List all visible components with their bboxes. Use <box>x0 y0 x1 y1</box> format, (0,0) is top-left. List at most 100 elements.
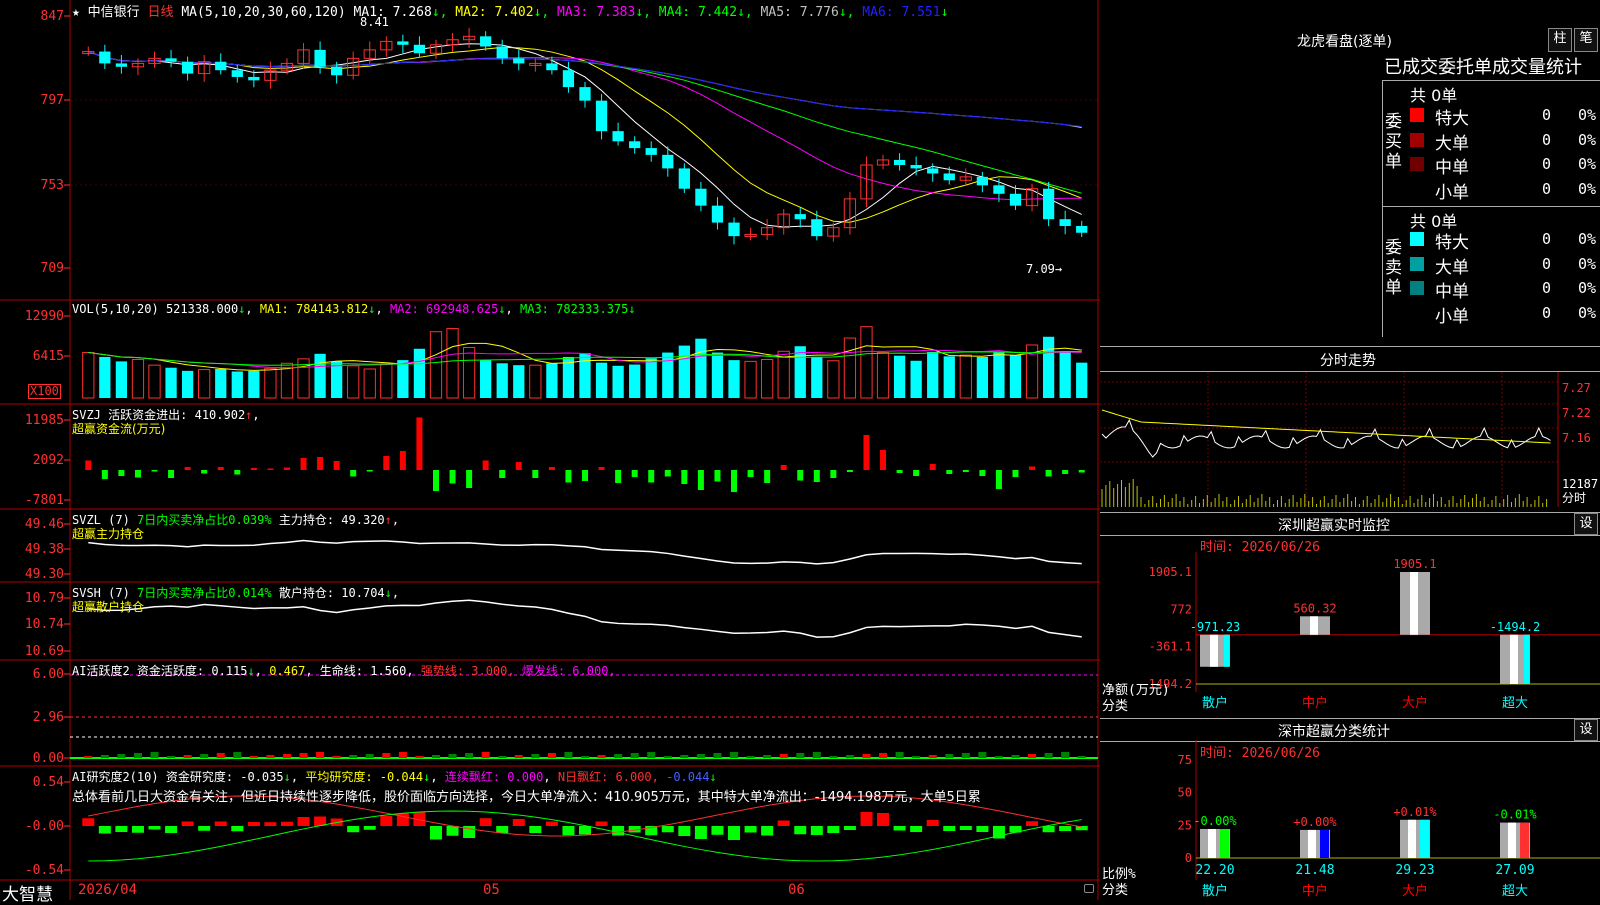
svzj-bar <box>250 467 257 470</box>
y-tick: 0.54 <box>33 775 64 790</box>
svzj-bar <box>283 467 290 470</box>
ai-research-bar <box>264 822 277 826</box>
column-button[interactable]: 柱 <box>1548 28 1572 52</box>
stock-name: 中信银行 <box>87 5 140 20</box>
ai-research-bar <box>794 826 807 835</box>
chart-area[interactable]: 847 797 753 709 12990 6415 11985 2092 -7801 49.46… <box>0 0 1100 905</box>
ai-research-bar <box>661 826 674 833</box>
classify-bottom-label: 29.23 <box>1395 863 1434 878</box>
ai-research-bar <box>181 821 194 826</box>
ai-active-bar <box>448 754 457 758</box>
ai-research-bar <box>446 826 459 836</box>
svzj-bar <box>615 470 622 484</box>
ai-research-bar <box>579 826 591 835</box>
ai-research-bar <box>744 826 757 833</box>
ai-research-nred: N日飘红: 6.000, <box>557 770 659 784</box>
ai-active-bar <box>564 752 573 758</box>
volume-bars <box>82 326 1088 399</box>
volume-bar <box>1059 351 1071 398</box>
monitor-settings-button[interactable]: 设 <box>1574 513 1598 535</box>
ai-research-bar <box>860 812 873 826</box>
ai-active-bar <box>796 753 805 758</box>
monitor-chart: 1905.1 772 -361.1 -1494.2 -971.23 散户 560.32 中户 1… <box>1102 552 1600 712</box>
period-label[interactable]: 日线 <box>148 5 174 20</box>
volume-bar <box>462 346 476 399</box>
chart-svg[interactable]: 847 797 753 709 12990 6415 11985 2092 -7801 49.46… <box>0 0 1100 900</box>
svzj-bar <box>747 470 754 478</box>
ai-research-bar <box>893 826 906 831</box>
ai-active-bar <box>895 752 904 758</box>
timeshare-chart[interactable]: 7.27 7.22 7.16 12187分时 <box>1100 372 1600 512</box>
row-label: 大单 <box>1435 257 1469 278</box>
ai-research-bar <box>1042 826 1055 833</box>
svzj-bar <box>366 470 373 472</box>
svzj-bar <box>1062 470 1069 475</box>
candle-body <box>546 63 558 71</box>
ai-research-bar <box>976 826 989 832</box>
classify-bottom-label: 22.20 <box>1195 863 1234 878</box>
y-tick: 753 <box>41 178 64 193</box>
volume-bar <box>579 353 591 398</box>
svzl-sub: 超赢主力持仓 <box>72 527 145 541</box>
svzj-bar <box>317 456 324 470</box>
candle-body <box>248 76 260 81</box>
classify-cat-label: 散户 <box>1202 883 1228 899</box>
main-header: ★ 中信银行 日线 MA(5,10,20,30,60,120) MA1: 7.2… <box>72 1 948 20</box>
candle-body <box>595 100 608 132</box>
ai-active-bar <box>481 752 490 758</box>
ai-research-text: 总体看前几日大资金有关注，但近日持续性逐步降低，股价面临方向选择，今日大单净流入… <box>72 790 981 805</box>
classify-bar-hilite <box>1208 828 1216 858</box>
candle-body <box>993 185 1005 194</box>
lock-icon[interactable] <box>1084 884 1094 893</box>
ai-active-bar <box>415 756 424 758</box>
trade-stats-tab[interactable]: 已成交委托单成交量统计 <box>1384 53 1600 79</box>
svzj-sub: 超赢资金流(万元) <box>72 422 166 436</box>
svzj-bar <box>101 470 108 480</box>
mon-tick: 1905.1 <box>1149 565 1192 579</box>
candle-body <box>496 46 508 59</box>
row-pct: 0% <box>1578 106 1597 124</box>
volume-bar <box>811 356 823 398</box>
ts-tick: 7.27 <box>1562 381 1591 395</box>
y-tick: 2092 <box>33 453 64 468</box>
ts-avg-line <box>1101 409 1551 444</box>
ai-active-v2: 0.467 <box>269 664 306 678</box>
volume-bar <box>629 364 641 398</box>
svzj-bar <box>946 470 953 475</box>
ai-active-bar <box>746 756 755 758</box>
candle-body <box>728 222 740 237</box>
ai-research-bar <box>545 821 558 826</box>
row-count: 0 <box>1542 279 1552 297</box>
pen-button[interactable]: 笔 <box>1574 28 1598 52</box>
ai-research-bar <box>926 820 939 826</box>
volume-bar <box>429 331 443 399</box>
svzj-bar <box>830 470 837 479</box>
ai-research-bars <box>82 795 1088 862</box>
ai-active-bar <box>647 752 656 758</box>
ai-active-bar <box>614 754 623 758</box>
ai-research-bar <box>612 826 625 836</box>
ai-active-bar <box>150 752 159 758</box>
y-tick: 6415 <box>33 349 64 364</box>
buy-side-label: 委买单 <box>1385 112 1402 172</box>
row-pct: 0% <box>1578 179 1597 198</box>
vol-ma3-arrow: ↓ <box>628 302 636 316</box>
ai-active-bar <box>928 755 937 758</box>
date-label-3: 06 <box>788 882 805 898</box>
volume-bar <box>1042 336 1055 398</box>
ai-research-avg: 平均研究度: -0.044 <box>305 770 424 784</box>
svzj-bar <box>697 470 704 491</box>
svzj-bar <box>913 470 920 477</box>
star-icon[interactable]: ★ <box>72 5 80 20</box>
monitor-cat-axis: 分类 <box>1102 699 1128 712</box>
ai-research-bar <box>694 826 707 839</box>
svzj-bar <box>863 434 870 470</box>
classify-bar-hilite <box>1508 822 1516 858</box>
ai-active-name: AI活跃度2 <box>72 664 130 678</box>
ai-research-bar <box>678 826 691 836</box>
ts-tick: 7.16 <box>1562 431 1591 445</box>
classify-settings-button[interactable]: 设 <box>1574 719 1598 741</box>
classify-cat-label: 大户 <box>1402 883 1428 899</box>
ma-arrow-1: ↓, <box>431 5 448 20</box>
ma-value-6: MA6: 7.551 <box>854 5 941 20</box>
